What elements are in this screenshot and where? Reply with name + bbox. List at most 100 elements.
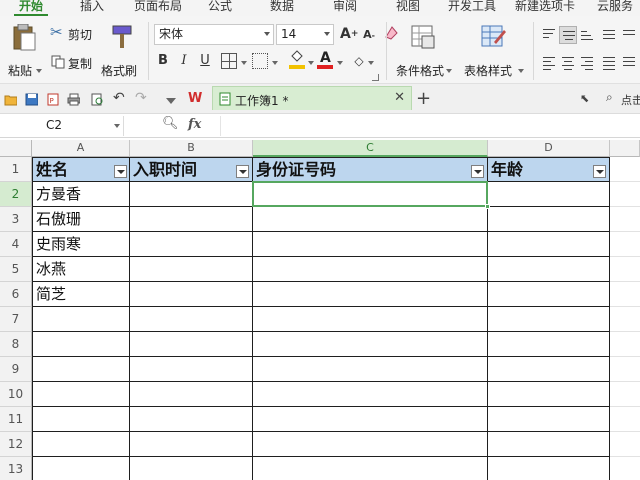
paste-dropdown-icon[interactable] xyxy=(36,69,42,73)
cell[interactable] xyxy=(130,457,253,480)
row-header[interactable]: 8 xyxy=(0,332,32,357)
cell[interactable] xyxy=(488,432,610,457)
new-tab-icon[interactable]: + xyxy=(416,88,431,109)
italic-button[interactable]: I xyxy=(175,52,193,70)
merge-cells-icon[interactable] xyxy=(252,53,268,69)
print-preview-icon[interactable] xyxy=(90,93,103,106)
close-tab-icon[interactable]: ✕ xyxy=(394,90,405,105)
row-header[interactable]: 5 xyxy=(0,257,32,282)
name-cell[interactable]: 冰燕 xyxy=(32,257,130,282)
cell[interactable] xyxy=(488,282,610,307)
empty-cell-area[interactable] xyxy=(610,382,640,407)
font-name-select[interactable]: 宋体 xyxy=(154,24,274,45)
cell[interactable] xyxy=(488,332,610,357)
cell[interactable] xyxy=(488,207,610,232)
undo-icon[interactable]: ↶ xyxy=(113,90,126,106)
row-header[interactable]: 1 xyxy=(0,157,32,182)
cell[interactable] xyxy=(32,332,130,357)
print-icon[interactable] xyxy=(67,93,80,106)
cut-button[interactable]: ✂ 剪切 xyxy=(50,23,96,43)
row-header[interactable]: 13 xyxy=(0,457,32,480)
row-header[interactable]: 2 xyxy=(0,182,32,207)
name-cell[interactable]: 方曼香 xyxy=(32,182,130,207)
document-tab[interactable]: 工作簿1 * ✕ xyxy=(212,86,412,110)
filter-dropdown-icon[interactable] xyxy=(114,165,127,178)
cell[interactable] xyxy=(253,357,488,382)
font-size-select[interactable]: 14 xyxy=(276,24,334,45)
merge-dropdown-icon[interactable] xyxy=(272,61,278,65)
cell[interactable] xyxy=(130,182,253,207)
customize-toolbar-icon[interactable] xyxy=(166,98,176,104)
zoom-formula-icon[interactable]: 🔍︎ xyxy=(162,116,179,131)
orientation-icon[interactable] xyxy=(620,26,638,44)
cell[interactable] xyxy=(130,207,253,232)
cell[interactable] xyxy=(488,457,610,480)
row-header[interactable]: 6 xyxy=(0,282,32,307)
align-top-icon[interactable] xyxy=(540,26,558,44)
font-color-button[interactable]: A xyxy=(316,50,334,70)
underline-button[interactable]: U xyxy=(196,52,214,70)
wps-logo-icon[interactable]: W xyxy=(188,91,202,106)
phonetic-icon[interactable]: ◇ xyxy=(350,52,368,70)
align-bottom-icon[interactable] xyxy=(578,26,596,44)
empty-cell-area[interactable] xyxy=(610,407,640,432)
cell[interactable] xyxy=(32,432,130,457)
save-icon[interactable] xyxy=(25,93,38,106)
row-header[interactable]: 9 xyxy=(0,357,32,382)
tab-page-layout[interactable]: 页面布局 xyxy=(128,0,188,16)
cell[interactable] xyxy=(488,357,610,382)
cell[interactable] xyxy=(130,232,253,257)
cell[interactable] xyxy=(130,432,253,457)
cell[interactable] xyxy=(253,382,488,407)
search-box[interactable]: ⌕ 点击 xyxy=(604,89,640,109)
cell[interactable] xyxy=(253,432,488,457)
paste-button[interactable]: 粘贴 xyxy=(6,24,42,78)
fx-button[interactable]: fx xyxy=(188,117,201,132)
empty-cell-area[interactable] xyxy=(610,432,640,457)
column-header-d[interactable]: D xyxy=(488,140,610,157)
wrap-text-icon[interactable] xyxy=(600,26,618,44)
cell[interactable] xyxy=(253,257,488,282)
cell[interactable] xyxy=(253,207,488,232)
header-cell[interactable]: 入职时间 xyxy=(130,157,253,182)
row-header[interactable]: 10 xyxy=(0,382,32,407)
fill-color-button[interactable] xyxy=(288,50,306,70)
tab-insert[interactable]: 插入 xyxy=(70,0,114,16)
empty-cell-area[interactable] xyxy=(610,157,640,182)
filter-dropdown-icon[interactable] xyxy=(471,165,484,178)
cell[interactable] xyxy=(130,332,253,357)
font-color-dropdown-icon[interactable] xyxy=(337,61,343,65)
tab-new[interactable]: 新建选项卡 xyxy=(510,0,580,16)
table-style-button[interactable]: 表格样式 xyxy=(460,24,526,78)
cell[interactable] xyxy=(130,307,253,332)
name-cell[interactable]: 简芝 xyxy=(32,282,130,307)
row-header[interactable]: 12 xyxy=(0,432,32,457)
column-header-c[interactable]: C xyxy=(253,140,488,157)
cell[interactable] xyxy=(253,407,488,432)
tab-home[interactable]: 开始 xyxy=(12,0,50,16)
shrink-font-icon[interactable]: A- xyxy=(360,26,378,44)
cell[interactable] xyxy=(253,232,488,257)
filter-dropdown-icon[interactable] xyxy=(236,165,249,178)
cell[interactable] xyxy=(488,407,610,432)
empty-cell-area[interactable] xyxy=(610,332,640,357)
cell[interactable] xyxy=(253,307,488,332)
header-cell[interactable]: 姓名 xyxy=(32,157,130,182)
export-pdf-icon[interactable]: P xyxy=(46,93,59,106)
tab-cloud[interactable]: 云服务 xyxy=(590,0,640,16)
empty-cell-area[interactable] xyxy=(610,257,640,282)
row-header[interactable]: 7 xyxy=(0,307,32,332)
empty-cell-area[interactable] xyxy=(610,457,640,480)
redo-icon[interactable]: ↷ xyxy=(135,90,148,106)
bold-button[interactable]: B xyxy=(154,52,172,70)
row-header[interactable]: 3 xyxy=(0,207,32,232)
borders-dropdown-icon[interactable] xyxy=(241,61,247,65)
tab-review[interactable]: 审阅 xyxy=(325,0,365,16)
cell[interactable] xyxy=(488,382,610,407)
row-header[interactable]: 4 xyxy=(0,232,32,257)
column-header-b[interactable]: B xyxy=(130,140,253,157)
cell[interactable] xyxy=(488,307,610,332)
phonetic-dropdown-icon[interactable] xyxy=(368,61,374,65)
tab-view[interactable]: 视图 xyxy=(388,0,428,16)
name-cell[interactable]: 石傲珊 xyxy=(32,207,130,232)
